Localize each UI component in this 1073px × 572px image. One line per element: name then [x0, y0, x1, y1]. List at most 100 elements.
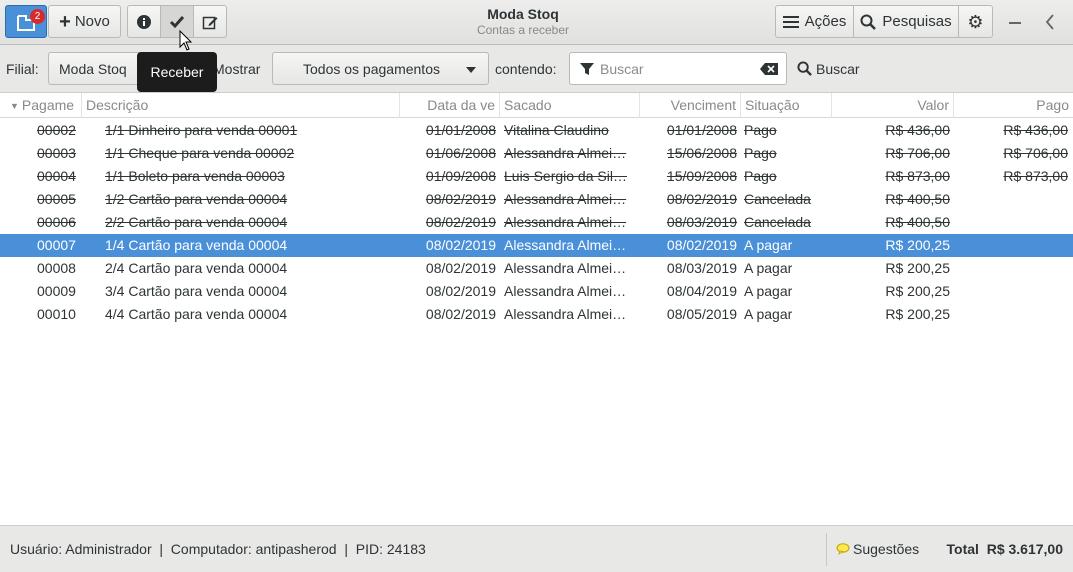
plus-icon: + — [59, 10, 71, 33]
table-row[interactable]: 00003 1/1 Cheque para venda 00002 01/06/20… — [0, 142, 1073, 165]
receive-tooltip: Receber — [137, 52, 217, 92]
cell-description: 1/1 Boleto para venda 00003 — [105, 168, 285, 184]
cell-payer: Alessandra Almei… — [504, 237, 627, 253]
sort-down-icon: ▼ — [10, 101, 19, 111]
cell-description: 1/2 Cartão para venda 00004 — [105, 191, 288, 207]
cell-paid — [958, 303, 1068, 326]
cell-status: Pago — [744, 145, 777, 161]
cell-sale-date: 08/02/2019 — [425, 260, 496, 276]
minimize-icon — [1009, 22, 1021, 24]
table-row[interactable]: 00006 2/2 Cartão para venda 00004 08/02/20… — [0, 211, 1073, 234]
notification-badge: 2 — [30, 9, 45, 24]
cell-due-date: 08/02/2019 — [666, 237, 737, 253]
filter-icon[interactable] — [579, 61, 595, 77]
check-icon — [169, 15, 185, 28]
table-row[interactable]: 00004 1/1 Boleto para venda 00003 01/09/20… — [0, 165, 1073, 188]
search-input[interactable] — [600, 59, 750, 79]
column-header-sale-date[interactable]: Data da ve — [400, 93, 500, 118]
magnifier-icon — [860, 14, 877, 30]
cell-value: R$ 200,25 — [885, 283, 950, 299]
column-header-description[interactable]: Descrição — [82, 93, 400, 118]
cell-sale-date: 01/09/2008 — [425, 168, 496, 184]
cell-paid: R$ 706,00 — [1003, 145, 1068, 161]
actions-button[interactable]: Ações — [775, 5, 854, 38]
back-button[interactable] — [1038, 10, 1062, 34]
cell-payer: Alessandra Almei… — [504, 260, 627, 276]
searches-button[interactable]: Pesquisas — [854, 5, 959, 38]
chevron-down-icon — [466, 67, 476, 73]
column-header-payer[interactable]: Sacado — [500, 93, 640, 118]
edit-icon — [202, 16, 218, 29]
show-value: Todos os pagamentos — [303, 60, 440, 77]
new-button[interactable]: + Novo — [48, 5, 121, 38]
edit-button[interactable] — [194, 5, 227, 38]
search-entry — [569, 52, 787, 85]
header-bar: 2 + Novo Moda Stoq Contas a receber Açõe… — [0, 0, 1073, 51]
cell-sale-date: 08/02/2019 — [425, 214, 496, 230]
cell-sale-date: 08/02/2019 — [425, 306, 496, 322]
cell-payer: Vitalina Claudino — [504, 122, 609, 138]
table-row[interactable]: 00008 2/4 Cartão para venda 00004 08/02/20… — [0, 257, 1073, 280]
suggestions-label: Sugestões — [853, 541, 920, 557]
actions-label: Ações — [804, 13, 847, 30]
minimize-button[interactable] — [1003, 10, 1027, 34]
show-combo[interactable]: Todos os pagamentos — [272, 52, 489, 85]
table-row[interactable]: 00002 1/1 Dinheiro para venda 00001 01/01/… — [0, 119, 1073, 142]
column-header-status[interactable]: Situação — [741, 93, 832, 118]
total-label: Total — [946, 541, 979, 557]
cell-description: 1/4 Cartão para venda 00004 — [105, 237, 288, 253]
cell-status: A pagar — [744, 260, 793, 276]
cell-payer: Alessandra Almei… — [504, 191, 627, 207]
table-header: ▼ Pagame Descrição Data da ve Sacado Venc… — [0, 93, 1073, 118]
cell-payment-id: 00007 — [37, 237, 76, 253]
total-value: R$ 3.617,00 — [986, 541, 1063, 557]
cell-value: R$ 873,00 — [885, 168, 950, 184]
column-header-paid[interactable]: Pago — [954, 93, 1073, 118]
cell-value: R$ 400,50 — [885, 214, 950, 230]
suggestions-button[interactable]: Sugestões — [836, 541, 919, 557]
cell-payment-id: 00003 — [37, 145, 76, 161]
cell-payer: Alessandra Almei… — [504, 214, 627, 230]
cell-value: R$ 200,25 — [885, 237, 950, 253]
cell-status: A pagar — [744, 237, 793, 253]
cell-description: 4/4 Cartão para venda 00004 — [105, 306, 288, 322]
cell-sale-date: 08/02/2019 — [425, 237, 496, 253]
info-icon — [137, 14, 151, 29]
cell-paid — [958, 211, 1068, 234]
containing-label: contendo: — [495, 61, 557, 77]
cell-sale-date: 08/02/2019 — [425, 191, 496, 207]
cell-value: R$ 706,00 — [885, 145, 950, 161]
table-row[interactable]: 00007 1/4 Cartão para venda 00004 08/02/20… — [0, 234, 1073, 257]
cell-description: 1/1 Dinheiro para venda 00001 — [105, 122, 298, 138]
cell-status: A pagar — [744, 306, 793, 322]
settings-button[interactable]: ⚙ — [959, 5, 993, 38]
cell-value: R$ 200,25 — [885, 260, 950, 276]
speech-bubble-icon — [836, 543, 850, 555]
search-button-label: Buscar — [816, 60, 860, 77]
cell-value: R$ 436,00 — [885, 122, 950, 138]
search-button[interactable]: Buscar — [797, 52, 860, 85]
chevron-left-icon — [1045, 14, 1054, 30]
gear-icon: ⚙ — [967, 11, 984, 32]
cell-payment-id: 00006 — [37, 214, 76, 230]
info-button[interactable] — [127, 5, 161, 38]
column-header-value[interactable]: Valor — [832, 93, 954, 118]
branch-combo[interactable]: Moda Stoq — [48, 52, 143, 85]
clear-icon[interactable] — [760, 63, 778, 75]
cell-value: R$ 200,25 — [885, 306, 950, 322]
window-title-box: Moda Stoq Contas a receber — [440, 6, 606, 37]
launcher-button[interactable]: 2 — [5, 5, 47, 38]
magnifier-icon — [797, 61, 812, 76]
cell-payer: Alessandra Almei… — [504, 283, 627, 299]
cell-sale-date: 01/01/2008 — [425, 122, 496, 138]
cell-status: Pago — [744, 168, 777, 184]
table-row[interactable]: 00010 4/4 Cartão para venda 00004 08/02/20… — [0, 303, 1073, 326]
cell-status: Pago — [744, 122, 777, 138]
cell-paid — [958, 257, 1068, 280]
show-label: Mostrar — [213, 61, 261, 77]
column-header-due-date[interactable]: Venciment — [640, 93, 741, 118]
table-row[interactable]: 00005 1/2 Cartão para venda 00004 08/02/20… — [0, 188, 1073, 211]
column-header-payment[interactable]: ▼ Pagame — [0, 93, 82, 118]
table-row[interactable]: 00009 3/4 Cartão para venda 00004 08/02/20… — [0, 280, 1073, 303]
cell-due-date: 15/09/2008 — [666, 168, 737, 184]
